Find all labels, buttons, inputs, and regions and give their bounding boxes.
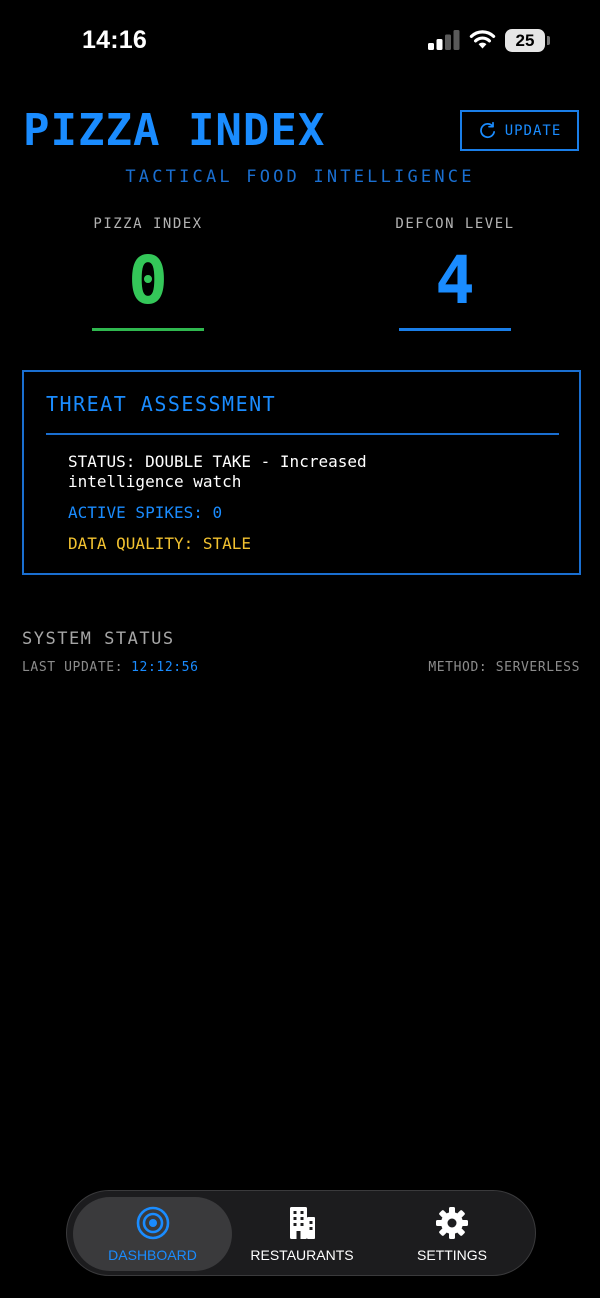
- tab-restaurants[interactable]: RESTAURANTS: [227, 1197, 377, 1271]
- battery-icon: 25: [505, 29, 551, 52]
- defcon-level-label: DEFCON LEVEL: [395, 216, 515, 232]
- threat-assessment-panel: THREAT ASSESSMENT STATUS: DOUBLE TAKE - …: [22, 370, 581, 575]
- active-spikes: ACTIVE SPIKES: 0: [68, 503, 223, 522]
- defcon-level-metric: DEFCON LEVEL 4: [355, 214, 555, 331]
- threat-status: STATUS: DOUBLE TAKE - Increased intellig…: [68, 452, 367, 491]
- tab-settings[interactable]: SETTINGS: [377, 1197, 527, 1271]
- threat-divider: [46, 433, 559, 435]
- refresh-icon: [479, 121, 495, 138]
- tab-dashboard[interactable]: DASHBOARD: [73, 1197, 232, 1271]
- building-icon: [290, 1207, 315, 1239]
- tab-dashboard-label: DASHBOARD: [108, 1247, 197, 1263]
- method-label: METHOD: SERVERLESS: [428, 660, 580, 675]
- tab-restaurants-label: RESTAURANTS: [250, 1247, 354, 1263]
- pizza-index-label: PIZZA INDEX: [93, 216, 203, 232]
- system-status-title: SYSTEM STATUS: [22, 629, 175, 649]
- pizza-index-metric: PIZZA INDEX 0: [48, 214, 248, 331]
- system-status-row: LAST UPDATE: 12:12:56 METHOD: SERVERLESS: [22, 660, 580, 675]
- app-title: PIZZA INDEX: [23, 105, 326, 156]
- pizza-index-value: 0: [128, 242, 168, 319]
- data-quality: DATA QUALITY: STALE: [68, 534, 252, 553]
- update-button-label: UPDATE: [504, 122, 562, 139]
- tab-settings-label: SETTINGS: [416, 1247, 487, 1263]
- last-update-label: LAST UPDATE:: [22, 660, 124, 675]
- battery-level: 25: [515, 31, 535, 50]
- threat-assessment-title: THREAT ASSESSMENT: [46, 392, 277, 416]
- gear-icon: [436, 1207, 468, 1239]
- wifi-icon: [469, 30, 496, 49]
- defcon-level-underline: [399, 328, 511, 331]
- subtitle: TACTICAL FOOD INTELLIGENCE: [125, 167, 475, 187]
- defcon-level-value: 4: [435, 242, 475, 319]
- cellular-signal-icon: [428, 30, 460, 50]
- last-update-value: 12:12:56: [131, 660, 199, 675]
- status-time: 14:16: [82, 26, 147, 54]
- tab-bar: DASHBOARD RESTAURANTS SETTINGS: [66, 1190, 536, 1276]
- status-bar: 14:16 25: [0, 0, 600, 82]
- pizza-index-underline: [92, 328, 204, 331]
- target-icon: [136, 1206, 169, 1240]
- update-button[interactable]: UPDATE: [460, 110, 579, 151]
